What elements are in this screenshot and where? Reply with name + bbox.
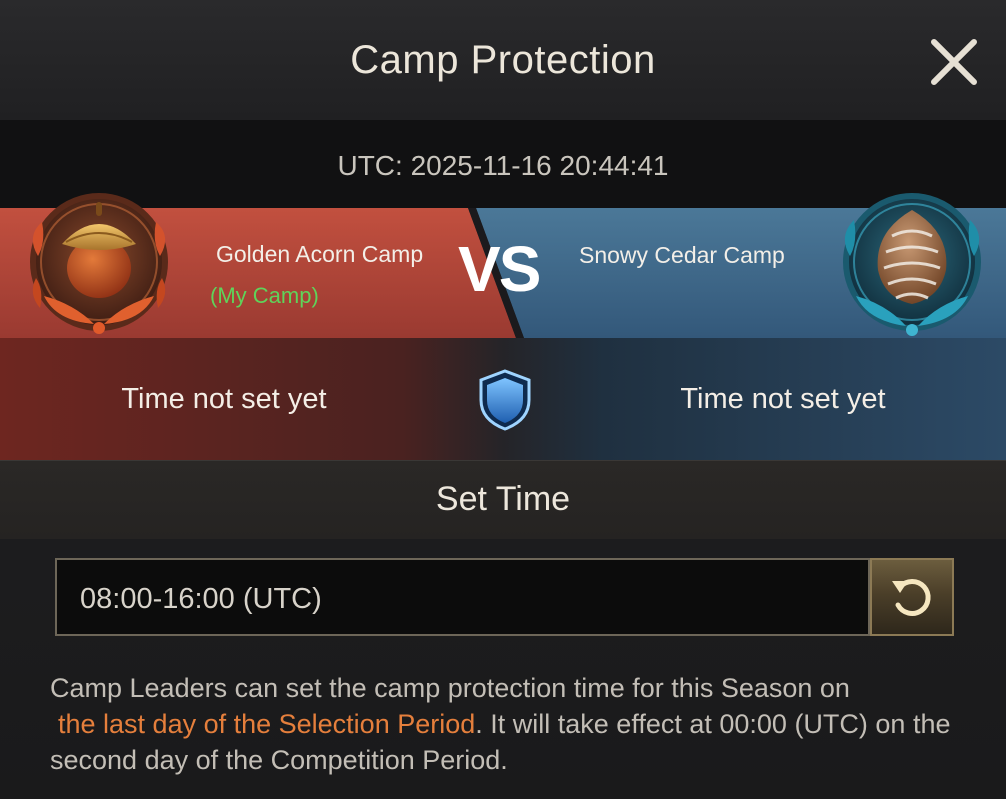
pinecone-emblem-icon bbox=[830, 186, 994, 344]
selection-period-highlight: the last day of the Selection Period bbox=[58, 709, 476, 739]
reset-icon bbox=[892, 578, 931, 616]
right-camp-name: Snowy Cedar Camp bbox=[579, 242, 785, 268]
shield-icon bbox=[476, 368, 534, 432]
dialog-title: Camp Protection bbox=[350, 38, 656, 82]
close-icon[interactable] bbox=[926, 34, 982, 90]
left-protection-time: Time not set yet bbox=[121, 383, 327, 415]
protection-time-value: 08:00-16:00 (UTC) bbox=[80, 583, 322, 615]
reset-time-button[interactable] bbox=[870, 558, 954, 636]
set-time-heading: Set Time bbox=[435, 480, 571, 518]
left-camp-name: Golden Acorn Camp bbox=[216, 241, 424, 267]
utc-clock: UTC: 2025-11-16 20:44:41 bbox=[337, 150, 669, 181]
vs-label: VS bbox=[458, 233, 541, 305]
my-camp-tag: (My Camp) bbox=[210, 283, 319, 308]
acorn-emblem-icon bbox=[16, 186, 182, 342]
description-text-1: Camp Leaders can set the camp protection… bbox=[50, 673, 850, 703]
right-protection-time: Time not set yet bbox=[680, 383, 886, 415]
protection-description: Camp Leaders can set the camp protection… bbox=[50, 670, 980, 778]
